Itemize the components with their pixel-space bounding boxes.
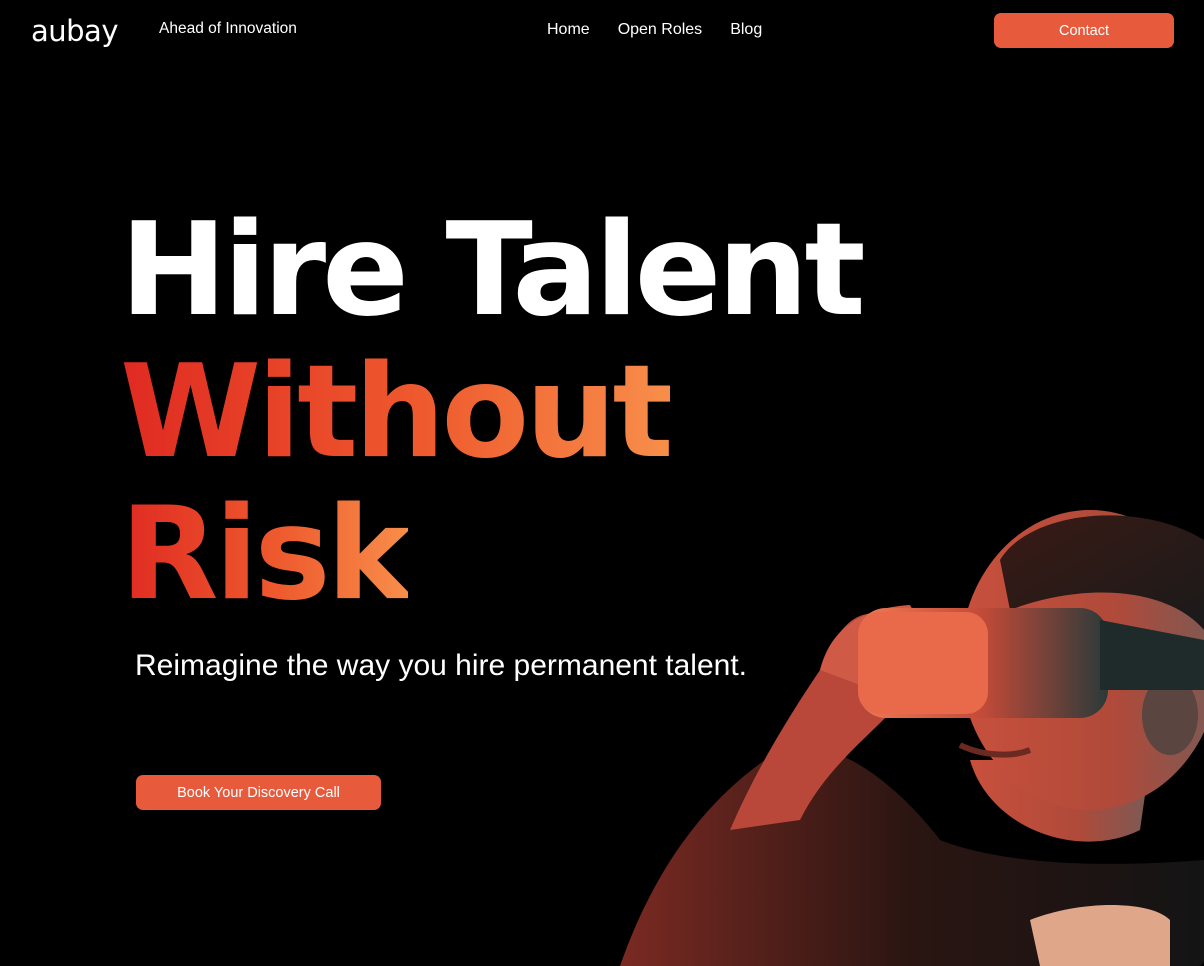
headline-line-2: Without	[120, 338, 674, 487]
nav-home[interactable]: Home	[547, 21, 590, 39]
logo[interactable]: aubay	[31, 14, 119, 48]
headline-line-3: Risk	[120, 480, 412, 629]
tagline: Ahead of Innovation	[159, 20, 297, 37]
contact-button[interactable]: Contact	[994, 13, 1174, 48]
headline-line-1: Hire Talent	[120, 196, 866, 345]
nav-blog[interactable]: Blog	[730, 21, 762, 39]
page: aubay Ahead of Innovation Home Open Role…	[0, 0, 1204, 966]
logo-text: aubay	[31, 14, 119, 48]
hero-photo-vr-headset	[620, 510, 1204, 966]
main-nav: Home Open Roles Blog	[547, 21, 762, 39]
nav-open-roles[interactable]: Open Roles	[618, 21, 703, 39]
book-discovery-call-button[interactable]: Book Your Discovery Call	[136, 775, 381, 810]
